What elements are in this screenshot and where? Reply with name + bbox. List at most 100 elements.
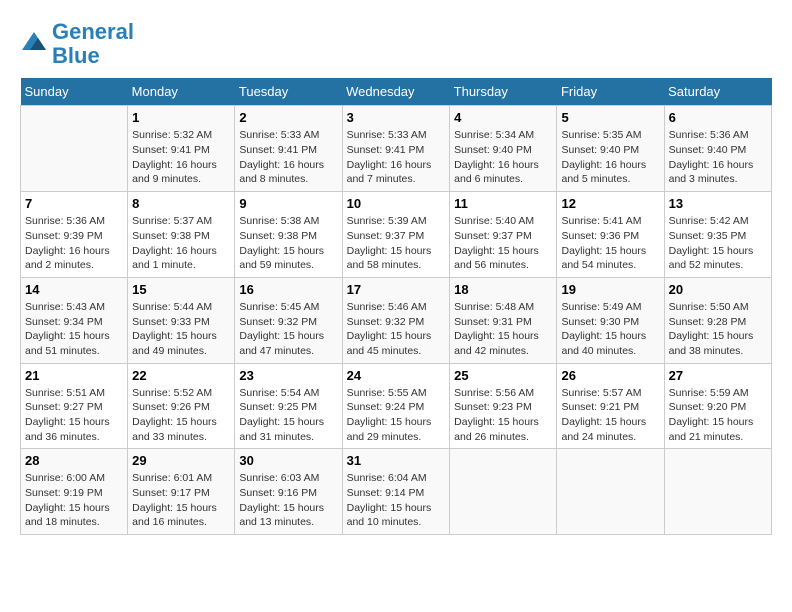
- calendar-week-3: 14 Sunrise: 5:43 AMSunset: 9:34 PMDayligh…: [21, 277, 772, 363]
- day-number: 13: [669, 196, 767, 211]
- calendar-header: SundayMondayTuesdayWednesdayThursdayFrid…: [21, 78, 772, 106]
- logo-text-line1: General: [52, 20, 134, 44]
- day-detail: Sunrise: 5:35 AMSunset: 9:40 PMDaylight:…: [561, 128, 659, 187]
- day-number: 28: [25, 453, 123, 468]
- day-detail: Sunrise: 5:52 AMSunset: 9:26 PMDaylight:…: [132, 386, 230, 445]
- day-number: 3: [347, 110, 446, 125]
- calendar-week-2: 7 Sunrise: 5:36 AMSunset: 9:39 PMDaylight…: [21, 192, 772, 278]
- calendar-cell: 4Sunrise: 5:34 AMSunset: 9:40 PMDaylight…: [450, 106, 557, 192]
- calendar-cell: 21 Sunrise: 5:51 AMSunset: 9:27 PMDayligh…: [21, 363, 128, 449]
- day-number: 31: [347, 453, 446, 468]
- day-number: 2: [239, 110, 337, 125]
- calendar-cell: 19 Sunrise: 5:49 AMSunset: 9:30 PMDayligh…: [557, 277, 664, 363]
- column-header-tuesday: Tuesday: [235, 78, 342, 106]
- day-detail: Sunrise: 5:56 AMSunset: 9:23 PMDaylight:…: [454, 386, 552, 445]
- day-number: 1: [132, 110, 230, 125]
- calendar-cell: 16 Sunrise: 5:45 AMSunset: 9:32 PMDayligh…: [235, 277, 342, 363]
- day-number: 9: [239, 196, 337, 211]
- day-detail: Sunrise: 5:39 AMSunset: 9:37 PMDaylight:…: [347, 214, 446, 273]
- calendar-cell: 26 Sunrise: 5:57 AMSunset: 9:21 PMDayligh…: [557, 363, 664, 449]
- calendar-week-4: 21 Sunrise: 5:51 AMSunset: 9:27 PMDayligh…: [21, 363, 772, 449]
- column-header-thursday: Thursday: [450, 78, 557, 106]
- calendar-cell: [21, 106, 128, 192]
- day-number: 19: [561, 282, 659, 297]
- day-number: 22: [132, 368, 230, 383]
- day-detail: Sunrise: 6:04 AMSunset: 9:14 PMDaylight:…: [347, 471, 446, 530]
- page-header: General Blue: [20, 20, 772, 68]
- calendar-body: 1 Sunrise: 5:32 AMSunset: 9:41 PMDaylight…: [21, 106, 772, 535]
- day-number: 27: [669, 368, 767, 383]
- day-detail: Sunrise: 5:40 AMSunset: 9:37 PMDaylight:…: [454, 214, 552, 273]
- column-header-monday: Monday: [128, 78, 235, 106]
- day-detail: Sunrise: 5:36 AMSunset: 9:39 PMDaylight:…: [25, 214, 123, 273]
- day-number: 11: [454, 196, 552, 211]
- calendar-cell: 31 Sunrise: 6:04 AMSunset: 9:14 PMDayligh…: [342, 449, 450, 535]
- day-number: 16: [239, 282, 337, 297]
- day-number: 6: [669, 110, 767, 125]
- calendar-cell: 14 Sunrise: 5:43 AMSunset: 9:34 PMDayligh…: [21, 277, 128, 363]
- day-detail: Sunrise: 5:51 AMSunset: 9:27 PMDaylight:…: [25, 386, 123, 445]
- day-detail: Sunrise: 6:00 AMSunset: 9:19 PMDaylight:…: [25, 471, 123, 530]
- calendar-cell: [450, 449, 557, 535]
- day-number: 5: [561, 110, 659, 125]
- day-detail: Sunrise: 5:46 AMSunset: 9:32 PMDaylight:…: [347, 300, 446, 359]
- day-detail: Sunrise: 5:42 AMSunset: 9:35 PMDaylight:…: [669, 214, 767, 273]
- column-header-friday: Friday: [557, 78, 664, 106]
- calendar-cell: 25 Sunrise: 5:56 AMSunset: 9:23 PMDayligh…: [450, 363, 557, 449]
- calendar-cell: [557, 449, 664, 535]
- day-detail: Sunrise: 5:38 AMSunset: 9:38 PMDaylight:…: [239, 214, 337, 273]
- calendar-cell: 7 Sunrise: 5:36 AMSunset: 9:39 PMDaylight…: [21, 192, 128, 278]
- day-detail: Sunrise: 5:33 AMSunset: 9:41 PMDaylight:…: [239, 128, 337, 187]
- calendar-cell: [664, 449, 771, 535]
- day-detail: Sunrise: 5:50 AMSunset: 9:28 PMDaylight:…: [669, 300, 767, 359]
- calendar-cell: 29 Sunrise: 6:01 AMSunset: 9:17 PMDayligh…: [128, 449, 235, 535]
- day-number: 12: [561, 196, 659, 211]
- calendar-week-1: 1 Sunrise: 5:32 AMSunset: 9:41 PMDaylight…: [21, 106, 772, 192]
- calendar-cell: 17Sunrise: 5:46 AMSunset: 9:32 PMDayligh…: [342, 277, 450, 363]
- calendar-cell: 27Sunrise: 5:59 AMSunset: 9:20 PMDayligh…: [664, 363, 771, 449]
- day-detail: Sunrise: 5:54 AMSunset: 9:25 PMDaylight:…: [239, 386, 337, 445]
- day-number: 29: [132, 453, 230, 468]
- day-detail: Sunrise: 5:48 AMSunset: 9:31 PMDaylight:…: [454, 300, 552, 359]
- logo-text-line2: Blue: [52, 44, 134, 68]
- day-number: 14: [25, 282, 123, 297]
- day-detail: Sunrise: 5:41 AMSunset: 9:36 PMDaylight:…: [561, 214, 659, 273]
- logo-icon: [20, 30, 48, 58]
- calendar-cell: 15Sunrise: 5:44 AMSunset: 9:33 PMDayligh…: [128, 277, 235, 363]
- day-detail: Sunrise: 5:32 AMSunset: 9:41 PMDaylight:…: [132, 128, 230, 187]
- calendar-cell: 3Sunrise: 5:33 AMSunset: 9:41 PMDaylight…: [342, 106, 450, 192]
- calendar-cell: 24 Sunrise: 5:55 AMSunset: 9:24 PMDayligh…: [342, 363, 450, 449]
- column-header-saturday: Saturday: [664, 78, 771, 106]
- calendar-cell: 23 Sunrise: 5:54 AMSunset: 9:25 PMDayligh…: [235, 363, 342, 449]
- day-number: 26: [561, 368, 659, 383]
- day-detail: Sunrise: 5:43 AMSunset: 9:34 PMDaylight:…: [25, 300, 123, 359]
- calendar-cell: 22 Sunrise: 5:52 AMSunset: 9:26 PMDayligh…: [128, 363, 235, 449]
- calendar-cell: 9 Sunrise: 5:38 AMSunset: 9:38 PMDaylight…: [235, 192, 342, 278]
- day-number: 24: [347, 368, 446, 383]
- day-detail: Sunrise: 5:57 AMSunset: 9:21 PMDaylight:…: [561, 386, 659, 445]
- calendar-cell: 2 Sunrise: 5:33 AMSunset: 9:41 PMDaylight…: [235, 106, 342, 192]
- day-number: 30: [239, 453, 337, 468]
- day-detail: Sunrise: 6:01 AMSunset: 9:17 PMDaylight:…: [132, 471, 230, 530]
- logo: General Blue: [20, 20, 134, 68]
- day-detail: Sunrise: 5:49 AMSunset: 9:30 PMDaylight:…: [561, 300, 659, 359]
- calendar-table: SundayMondayTuesdayWednesdayThursdayFrid…: [20, 78, 772, 535]
- day-detail: Sunrise: 5:37 AMSunset: 9:38 PMDaylight:…: [132, 214, 230, 273]
- day-number: 15: [132, 282, 230, 297]
- day-detail: Sunrise: 5:45 AMSunset: 9:32 PMDaylight:…: [239, 300, 337, 359]
- column-header-wednesday: Wednesday: [342, 78, 450, 106]
- day-number: 25: [454, 368, 552, 383]
- day-number: 18: [454, 282, 552, 297]
- day-number: 23: [239, 368, 337, 383]
- day-number: 10: [347, 196, 446, 211]
- calendar-cell: 30 Sunrise: 6:03 AMSunset: 9:16 PMDayligh…: [235, 449, 342, 535]
- day-number: 7: [25, 196, 123, 211]
- day-detail: Sunrise: 6:03 AMSunset: 9:16 PMDaylight:…: [239, 471, 337, 530]
- day-number: 20: [669, 282, 767, 297]
- day-detail: Sunrise: 5:55 AMSunset: 9:24 PMDaylight:…: [347, 386, 446, 445]
- calendar-cell: 10 Sunrise: 5:39 AMSunset: 9:37 PMDayligh…: [342, 192, 450, 278]
- calendar-cell: 5 Sunrise: 5:35 AMSunset: 9:40 PMDaylight…: [557, 106, 664, 192]
- calendar-cell: 6Sunrise: 5:36 AMSunset: 9:40 PMDaylight…: [664, 106, 771, 192]
- day-number: 21: [25, 368, 123, 383]
- day-number: 4: [454, 110, 552, 125]
